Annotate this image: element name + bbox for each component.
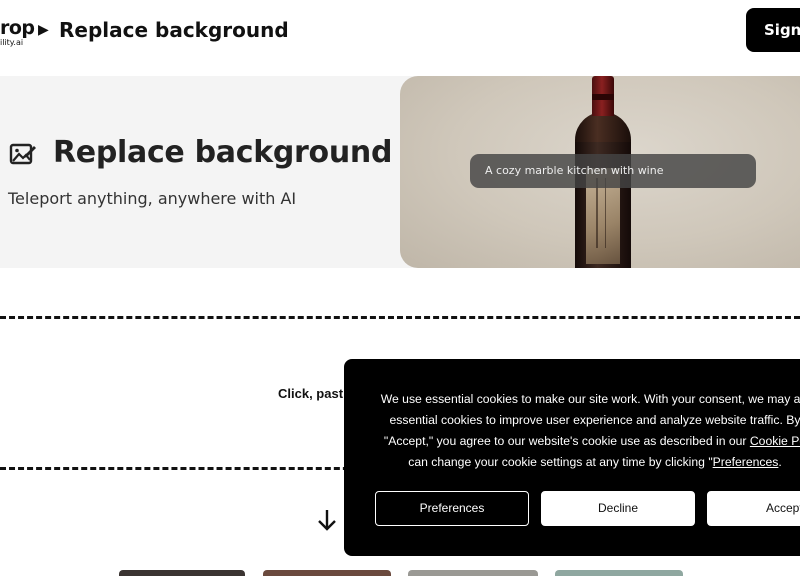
hero-example-image: A cozy marble kitchen with wine — [400, 76, 800, 268]
breadcrumb-title: Replace background — [59, 18, 289, 42]
cookie-text-line-4: can change your cookie settings at any t… — [370, 452, 800, 473]
wine-bottle-label-text — [596, 178, 606, 248]
sign-in-button[interactable]: Sign- — [746, 8, 800, 52]
logo-wordmark: rop — [0, 17, 35, 39]
preferences-link[interactable]: Preferences — [713, 455, 779, 469]
cookie-policy-link[interactable]: Cookie Po — [750, 434, 800, 448]
cookie-text-line-3-prefix: "Accept," you agree to our website's coo… — [383, 434, 750, 448]
sample-image-2[interactable] — [263, 570, 391, 576]
cookie-text-line-3: "Accept," you agree to our website's coo… — [370, 431, 800, 452]
cookie-text-line-2: essential cookies to improve user experi… — [389, 413, 800, 427]
sample-image-4[interactable] — [555, 570, 683, 576]
page-subtitle: Teleport anything, anywhere with AI — [8, 189, 297, 208]
logo-subtext: ility.ai — [0, 38, 24, 47]
cookie-text-line-4-suffix: . — [778, 455, 782, 469]
top-header: rop ility.ai ▶ Replace background Sign- — [0, 0, 800, 60]
sample-image-1[interactable] — [119, 570, 245, 576]
wine-bottle-band — [592, 94, 614, 100]
image-edit-icon — [9, 143, 36, 165]
page: rop ility.ai ▶ Replace background Sign- … — [0, 0, 800, 576]
cookie-text-line-1: We use essential cookies to make our sit… — [380, 392, 800, 406]
cookie-consent-text: We use essential cookies to make our sit… — [370, 389, 800, 473]
sample-image-3[interactable] — [408, 570, 538, 576]
hero-section: Replace background Teleport anything, an… — [0, 76, 800, 268]
cookie-text-line-4-prefix: can change your cookie settings at any t… — [408, 455, 713, 469]
breadcrumb-separator-icon: ▶ — [38, 21, 49, 37]
site-logo[interactable]: rop ility.ai — [0, 18, 40, 48]
arrow-down-icon — [318, 510, 336, 531]
example-prompt-pill: A cozy marble kitchen with wine — [470, 154, 756, 188]
page-title: Replace background — [53, 135, 393, 170]
cookie-accept-button[interactable]: Accept — [707, 491, 800, 526]
cookie-preferences-button[interactable]: Preferences — [375, 491, 529, 526]
upload-instruction: Click, past — [278, 386, 344, 401]
cookie-decline-button[interactable]: Decline — [541, 491, 695, 526]
